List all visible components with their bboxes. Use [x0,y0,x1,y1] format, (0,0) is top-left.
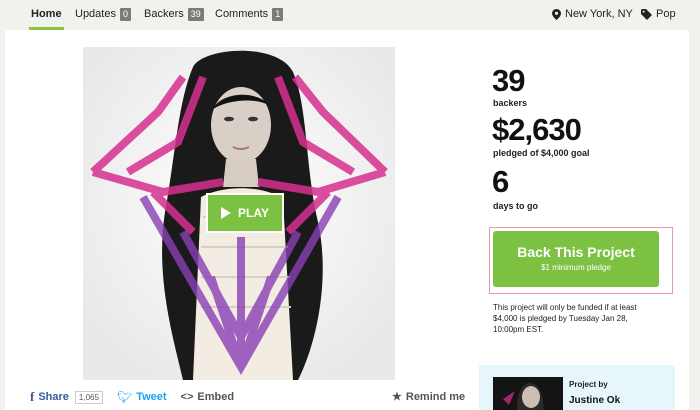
category-link[interactable]: Pop [641,8,676,20]
embed-label: Embed [197,391,235,403]
tab-comments[interactable]: Comments 1 [215,8,284,30]
tab-comments-label: Comments [215,8,269,20]
facebook-icon: f [30,389,35,404]
play-button[interactable]: PLAY [206,193,284,233]
facebook-share-label: Share [38,391,69,403]
tab-backers[interactable]: Backers 39 [144,8,204,30]
backers-label: backers [493,98,528,108]
creator-avatar[interactable] [493,377,563,410]
backers-count-badge: 39 [187,8,204,21]
share-bar: f Share 1,065 🐦︎ Tweet <> Embed [30,388,234,406]
funding-deadline-note: This project will only be funded if at l… [493,303,637,334]
creator-name-link[interactable]: Justine Ok [569,395,620,406]
facebook-share-button[interactable]: f Share 1,065 [30,389,103,405]
project-nav-bar: Home Updates 0 Backers 39 Comments 1 New… [0,0,700,30]
backers-count: 39 [492,63,525,98]
star-icon: ★ [392,391,402,403]
tab-backers-label: Backers [144,8,184,20]
days-to-go-count: 6 [492,164,509,199]
tab-home[interactable]: Home [29,8,64,30]
tab-updates-label: Updates [75,8,116,20]
play-icon [221,207,232,219]
code-brackets-icon: <> [180,391,194,403]
back-this-project-button[interactable]: Back This Project $1 minimum pledge [493,231,659,287]
project-by-label: Project by [569,380,608,389]
back-project-title: Back This Project [517,244,635,260]
map-pin-icon [552,8,561,20]
location-link[interactable]: New York, NY [552,8,633,20]
pledged-amount: $2,630 [492,112,582,147]
tweet-label: Tweet [136,391,167,403]
remind-me-label: Remind me [405,390,466,403]
creator-photo-image [493,377,563,410]
tab-home-label: Home [31,8,62,20]
project-video[interactable]: PLAY [83,47,395,380]
pledged-goal-label: pledged of $4,000 goal [493,148,590,158]
comments-count-badge: 1 [272,8,284,21]
updates-count-badge: 0 [119,8,131,21]
embed-button[interactable]: <> Embed [181,391,235,403]
twitter-bird-icon: 🐦︎ [116,390,133,404]
tab-updates[interactable]: Updates 0 [75,8,131,30]
project-card: PLAY f Share 1,065 🐦︎ Tweet <> Embed ★ R… [5,30,689,410]
remind-me-button[interactable]: ★ Remind me [392,390,466,404]
category-label: Pop [656,8,676,20]
minimum-pledge-label: $1 minimum pledge [541,263,611,272]
tag-icon [641,8,652,20]
tweet-button[interactable]: 🐦︎ Tweet [117,390,167,404]
days-to-go-label: days to go [493,201,539,211]
facebook-share-count: 1,065 [74,390,103,404]
location-label: New York, NY [565,8,633,20]
creator-box: Project by Justine Ok [479,365,675,410]
play-label: PLAY [238,206,269,220]
